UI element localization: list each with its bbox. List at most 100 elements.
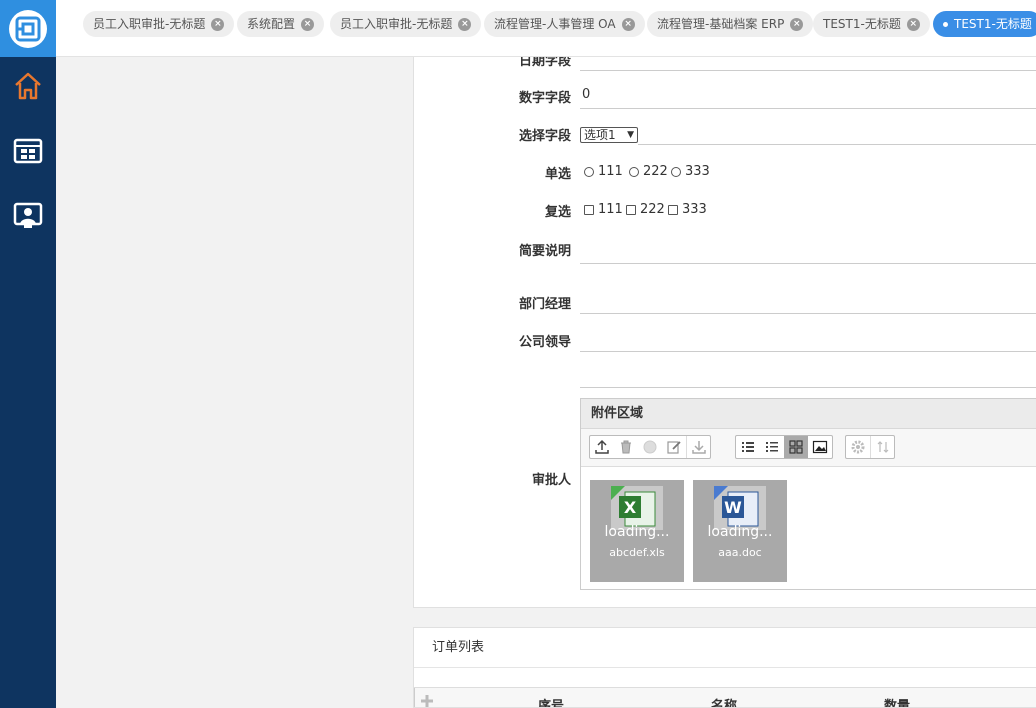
detail-view-icon[interactable] — [760, 436, 784, 458]
download-icon[interactable] — [686, 436, 710, 458]
summary-field-input[interactable] — [580, 263, 1036, 264]
approver-label: 审批人 — [531, 473, 571, 488]
tab-label: 员工入职审批-无标题 — [93, 17, 206, 31]
file-status: loading... — [604, 524, 670, 540]
list-view-icon[interactable] — [736, 436, 760, 458]
radio-icon[interactable] — [629, 166, 639, 177]
select-field-label: 选择字段 — [518, 129, 571, 144]
thumbnail-view-icon[interactable] — [784, 436, 808, 458]
checkbox-icon[interactable] — [626, 204, 636, 215]
user-monitor-icon[interactable] — [0, 196, 56, 236]
svg-text:W: W — [724, 498, 742, 517]
radio-option-333[interactable]: 333 — [671, 164, 710, 179]
order-list-title: 订单列表 — [414, 628, 1036, 668]
trash-icon[interactable] — [614, 436, 638, 458]
attachment-file-doc[interactable]: W loading... aaa.doc — [693, 480, 787, 582]
dashboard-icon[interactable] — [0, 131, 56, 171]
close-icon[interactable]: × — [211, 17, 225, 31]
company-leader-input[interactable] — [580, 351, 1036, 352]
order-list-toolbar — [414, 668, 1036, 688]
sidebar — [0, 0, 56, 708]
close-icon[interactable]: × — [458, 17, 472, 31]
view-mode-group — [735, 435, 833, 459]
checkbox-option-label: 222 — [640, 202, 665, 217]
upload-icon[interactable] — [590, 436, 614, 458]
dept-manager-input[interactable] — [580, 313, 1036, 314]
radio-option-label: 111 — [598, 164, 623, 179]
tab-test1-1[interactable]: TEST1-无标题 × — [813, 11, 930, 37]
image-view-icon[interactable] — [808, 436, 832, 458]
radio-field-label: 单选 — [544, 167, 571, 182]
dept-manager-label: 部门经理 — [518, 297, 571, 312]
company-leader-extra-line — [580, 387, 1036, 388]
tab-process-hr-oa[interactable]: 流程管理-人事管理 OA × — [484, 11, 645, 37]
logo-icon — [9, 9, 47, 48]
attachment-area: 附件区域 X loading... abcdef.xls W loading..… — [580, 398, 1036, 590]
attachment-file-xls[interactable]: X loading... abcdef.xls — [590, 480, 684, 582]
tab-employee-onboarding-1[interactable]: 员工入职审批-无标题 × — [83, 11, 235, 37]
edit-icon[interactable] — [662, 436, 686, 458]
close-icon[interactable]: × — [790, 17, 804, 31]
active-dot-icon — [943, 21, 948, 27]
checkbox-option-333[interactable]: 333 — [668, 202, 707, 217]
preview-icon[interactable] — [638, 436, 662, 458]
tab-system-config[interactable]: 系统配置 × — [237, 11, 325, 37]
company-leader-label: 公司领导 — [518, 335, 571, 350]
tab-process-erp[interactable]: 流程管理-基础档案 ERP × — [647, 11, 814, 37]
file-name: abcdef.xls — [609, 546, 665, 559]
checkbox-icon[interactable] — [584, 204, 594, 215]
checkbox-option-222[interactable]: 222 — [626, 202, 665, 217]
gear-icon[interactable] — [846, 436, 870, 458]
tab-bar: 员工入职审批-无标题 × 系统配置 × 员工入职审批-无标题 × 流程管理-人事管理 … — [56, 0, 1036, 57]
form-panel: 日期字段 数字字段 0 选择字段 选项1 ▼ 单选 111 222 333 复选 … — [413, 57, 1036, 608]
number-field-label: 数字字段 — [518, 91, 571, 106]
radio-option-label: 333 — [685, 164, 710, 179]
number-field-value[interactable]: 0 — [582, 87, 590, 102]
column-header-index[interactable]: 序号 — [538, 695, 564, 707]
radio-option-222[interactable]: 222 — [629, 164, 668, 179]
attachment-toolbar — [581, 429, 1036, 467]
summary-field-label: 简要说明 — [518, 244, 571, 259]
close-icon[interactable]: × — [301, 17, 315, 31]
close-icon[interactable]: × — [906, 17, 920, 31]
tab-test1-active[interactable]: TEST1-无标题 — [933, 11, 1036, 37]
radio-icon[interactable] — [671, 166, 681, 177]
tab-label: 流程管理-基础档案 ERP — [657, 17, 785, 31]
checkbox-option-label: 333 — [682, 202, 707, 217]
sort-icon[interactable] — [870, 436, 894, 458]
attachment-title: 附件区域 — [581, 399, 1036, 429]
number-field-underline — [580, 108, 1036, 109]
radio-option-label: 222 — [643, 164, 668, 179]
checkbox-option-label: 111 — [598, 202, 623, 217]
add-row-icon[interactable] — [419, 693, 435, 707]
svg-text:X: X — [624, 498, 637, 517]
column-header-quantity[interactable]: 数量 — [884, 695, 910, 707]
select-field-dropdown[interactable]: 选项1 ▼ — [580, 127, 638, 143]
tab-label: 系统配置 — [247, 17, 296, 31]
order-list-panel: 订单列表 序号 名称 数量 — [413, 627, 1036, 708]
radio-icon[interactable] — [584, 166, 594, 177]
date-field-label: 日期字段 — [518, 57, 571, 69]
select-value: 选项1 — [584, 128, 616, 142]
tab-label: 流程管理-人事管理 OA — [494, 17, 616, 31]
settings-group — [845, 435, 895, 459]
checkbox-icon[interactable] — [668, 204, 678, 215]
tab-label: TEST1-无标题 — [823, 17, 901, 31]
tab-label: TEST1-无标题 — [954, 17, 1032, 31]
tab-employee-onboarding-2[interactable]: 员工入职审批-无标题 × — [330, 11, 482, 37]
checkbox-field-label: 复选 — [544, 205, 571, 220]
file-name: aaa.doc — [718, 546, 762, 559]
app-logo[interactable] — [0, 0, 56, 57]
order-table-header: 序号 名称 数量 — [414, 688, 1036, 707]
file-actions-group — [589, 435, 711, 459]
select-field-underline — [638, 144, 1036, 145]
home-icon[interactable] — [0, 66, 56, 106]
tab-label: 员工入职审批-无标题 — [340, 17, 453, 31]
checkbox-option-111[interactable]: 111 — [584, 202, 623, 217]
file-status: loading... — [707, 524, 773, 540]
column-header-name[interactable]: 名称 — [711, 695, 737, 707]
date-field-input[interactable] — [580, 70, 1036, 71]
radio-option-111[interactable]: 111 — [584, 164, 623, 179]
close-icon[interactable]: × — [621, 17, 635, 31]
chevron-down-icon: ▼ — [627, 130, 634, 140]
